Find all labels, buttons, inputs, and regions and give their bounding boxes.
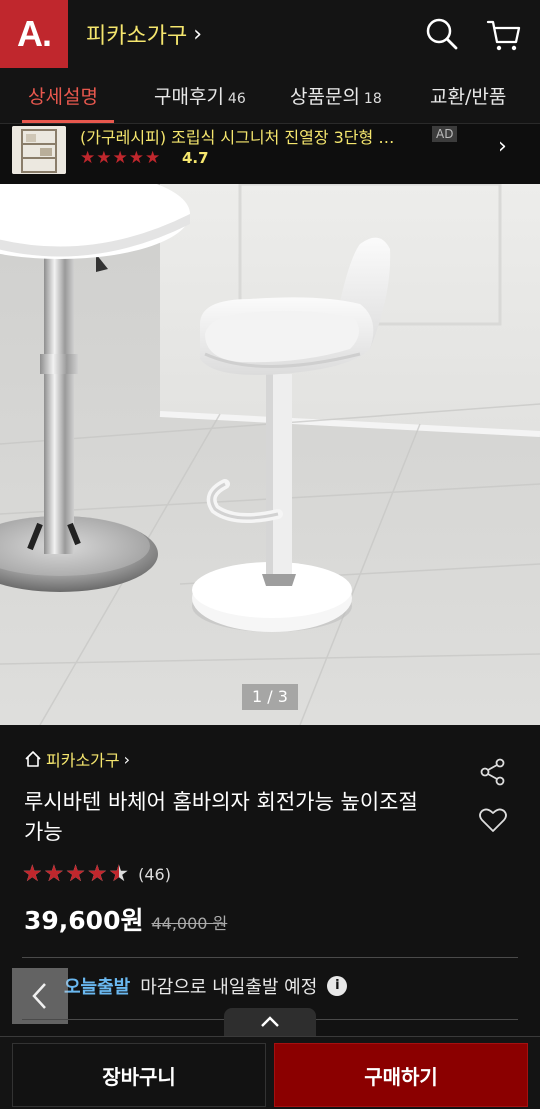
tab-label: 상품문의 (290, 86, 360, 108)
tab-description[interactable]: 상세설명 (28, 82, 98, 109)
bottom-action-bar: 장바구니 구매하기 (0, 1036, 540, 1109)
share-icon[interactable] (478, 757, 508, 787)
star-rating: ★★★★★ ★★★★★ (22, 861, 130, 887)
active-tab-indicator (22, 120, 114, 123)
store-link[interactable]: 피카소가구 › (24, 747, 130, 771)
tab-reviews[interactable]: 구매후기 46 (154, 82, 246, 109)
app-header: A. 피카소가구 › (0, 0, 540, 68)
add-to-cart-button[interactable]: 장바구니 (12, 1043, 266, 1107)
expand-toggle[interactable] (224, 1008, 316, 1036)
shipping-info: 오늘출발 마감으로 내일출발 예정 i (64, 973, 348, 999)
review-count: (46) (138, 864, 171, 884)
tab-count: 18 (363, 91, 382, 107)
heart-icon[interactable] (478, 805, 508, 835)
product-title: 루시바텐 바체어 홈바의자 회전가능 높이조절가능 (24, 790, 418, 844)
tab-inquiries[interactable]: 상품문의 18 (290, 82, 382, 109)
cart-icon[interactable] (484, 14, 524, 54)
store-link-text: 피카소가구 (46, 751, 120, 770)
price-row: 39,600원 44,000 원 (24, 901, 227, 937)
product-info: 피카소가구 › 루시바텐 바체어 홈바의자 회전가능 높이조절가능 ★★★★★ … (0, 725, 540, 1045)
store-title-link[interactable]: 피카소가구 › (86, 18, 202, 50)
ad-title: (가구레시피) 조립식 시그니처 진열장 3단형 … (80, 128, 395, 147)
chevron-right-icon[interactable]: › (498, 134, 507, 159)
chevron-right-icon: › (123, 749, 131, 769)
store-title-text: 피카소가구 (86, 24, 188, 49)
chevron-up-icon (261, 1016, 279, 1027)
ad-thumbnail (12, 126, 66, 174)
tab-label: 구매후기 (154, 86, 224, 108)
product-image-carousel[interactable]: 1 / 3 (0, 184, 540, 725)
buy-now-button[interactable]: 구매하기 (274, 1043, 528, 1107)
search-icon[interactable] (422, 14, 462, 54)
divider (22, 957, 518, 958)
tab-label: 상세설명 (28, 86, 98, 108)
tab-label: 교환/반품 (430, 86, 507, 108)
tab-count: 46 (227, 91, 246, 107)
product-tabs: 상세설명 구매후기 46 상품문의 18 교환/반품 (0, 68, 540, 124)
image-counter: 1 / 3 (242, 684, 298, 710)
ad-badge: AD (432, 126, 458, 142)
product-image (0, 184, 540, 725)
shipping-text: 마감으로 내일출발 예정 (140, 977, 318, 998)
chevron-left-icon (32, 983, 46, 1009)
sale-price: 39,600원 (24, 906, 144, 935)
tab-exchange-return[interactable]: 교환/반품 (430, 82, 506, 109)
back-button[interactable] (12, 968, 68, 1024)
product-rating[interactable]: ★★★★★ ★★★★★ (46) (22, 861, 171, 887)
ad-rating-value: 4.7 (182, 149, 209, 167)
original-price: 44,000 원 (151, 914, 228, 933)
shipping-tag: 오늘출발 (64, 977, 131, 998)
home-icon (25, 751, 41, 767)
star-rating-fill: ★★★★★ (22, 861, 119, 887)
ad-banner[interactable]: (가구레시피) 조립식 시그니처 진열장 3단형 … ★★★★★ 4.7 AD … (0, 124, 540, 184)
chevron-right-icon: › (193, 21, 203, 47)
info-icon[interactable]: i (327, 976, 348, 996)
ad-star-rating: ★★★★★ (80, 148, 162, 168)
brand-logo[interactable]: A. (0, 0, 68, 68)
